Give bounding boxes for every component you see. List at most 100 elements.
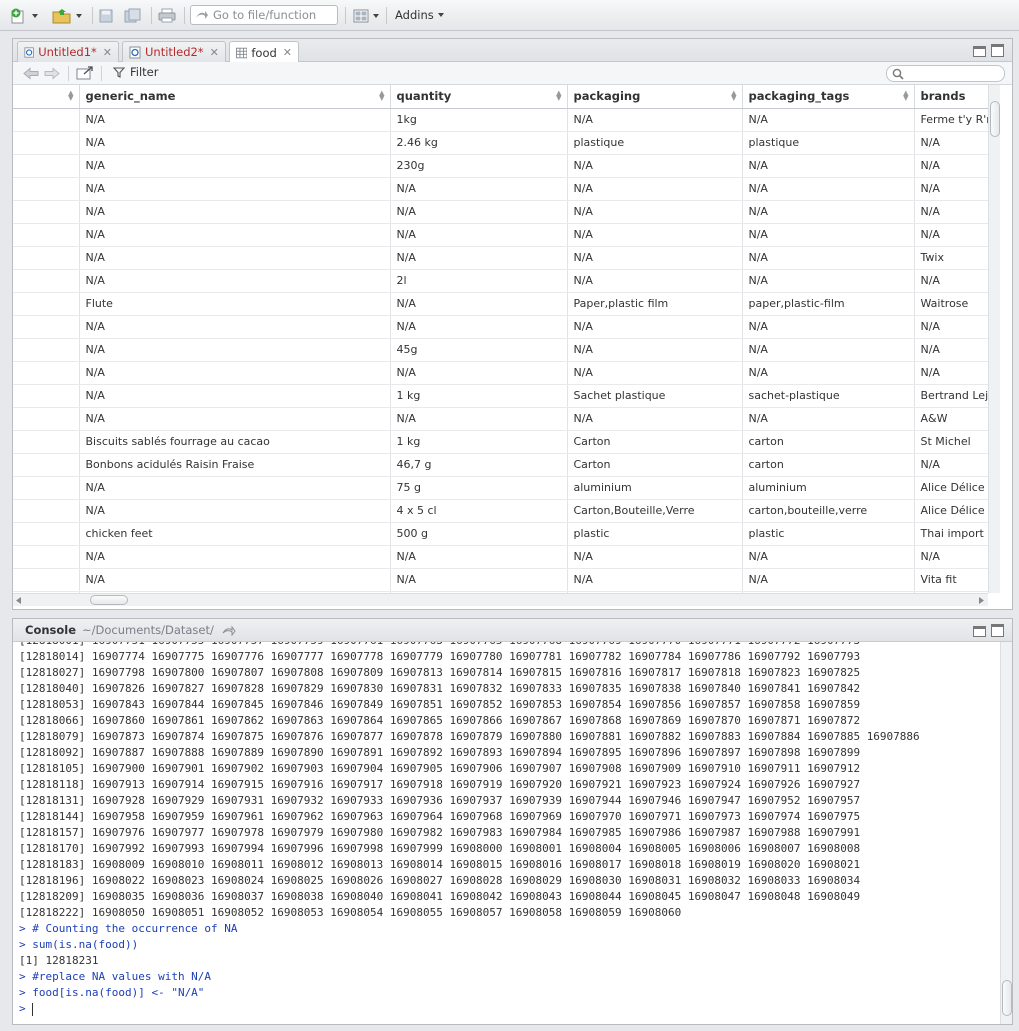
save-all-button[interactable]	[124, 6, 142, 25]
table-row[interactable]: N/A N/A N/A N/A Vita fit	[13, 568, 988, 592]
table-row[interactable]: N/A 2.46 kg plastique plastique N/A	[13, 131, 988, 155]
tab-untitled1[interactable]: Untitled1* ✕	[17, 41, 119, 62]
console-prompt-line[interactable]: >	[19, 1001, 998, 1017]
table-icon	[236, 47, 248, 58]
close-icon[interactable]: ✕	[283, 46, 292, 59]
table-row[interactable]: N/A 1 kg Sachet plastique sachet-plastique B…	[13, 384, 988, 408]
table-row[interactable]: Bonbons acidulés Raisin Fraise 46,7 g Cart…	[13, 453, 988, 477]
table-row[interactable]: N/A N/A N/A N/A N/A	[13, 223, 988, 247]
table-row[interactable]: N/A N/A N/A N/A N/A	[13, 315, 988, 339]
maximize-icon[interactable]	[991, 624, 1004, 637]
close-icon[interactable]: ✕	[210, 46, 219, 59]
column-header[interactable]: packaging ▲ ▼	[567, 85, 743, 109]
table-cell: N/A	[390, 568, 568, 592]
filter-button[interactable]: Filter	[113, 65, 158, 79]
scroll-left-icon[interactable]	[16, 597, 22, 604]
go-to-file-placeholder: Go to file/function	[213, 8, 317, 22]
console-output-line: [12818053] 16907843 16907844 16907845 16…	[19, 698, 861, 711]
forward-arrow-icon[interactable]	[44, 67, 60, 80]
tab-food[interactable]: food ✕	[229, 41, 299, 63]
console-output-line: [12818131] 16907928 16907929 16907931 16…	[19, 794, 861, 807]
console-scrollbar[interactable]	[1000, 642, 1012, 1024]
table-cell: N/A	[914, 315, 988, 339]
sort-icon[interactable]: ▲ ▼	[903, 90, 908, 102]
table-cell: 4 x 5 cl	[390, 499, 568, 523]
scroll-right-icon[interactable]	[978, 597, 984, 604]
toolbar-divider	[101, 66, 102, 81]
print-button[interactable]	[158, 6, 176, 25]
pane-window-controls	[973, 624, 1004, 637]
table-row[interactable]: N/A 230g N/A N/A N/A	[13, 154, 988, 178]
table-cell: sachet-plastique	[742, 384, 915, 408]
pane-splitter[interactable]	[12, 610, 1013, 618]
console-output-line: [12818196] 16908022 16908023 16908024 16…	[19, 874, 861, 887]
minimize-icon[interactable]	[973, 46, 986, 57]
console-output-line: [12818092] 16907887 16907888 16907889 16…	[19, 746, 861, 759]
table-row[interactable]: N/A 45g N/A N/A N/A	[13, 338, 988, 362]
console-output-line: [12818157] 16907976 16907977 16907978 16…	[19, 826, 861, 839]
vertical-scrollbar[interactable]	[988, 85, 1000, 593]
console-output-line: [12818170] 16907992 16907993 16907994 16…	[19, 842, 861, 855]
pane-layout-button[interactable]	[353, 6, 379, 25]
scrollbar-thumb[interactable]	[90, 595, 128, 605]
search-input[interactable]	[886, 65, 1005, 82]
table-row[interactable]: N/A 75 g aluminium aluminium Alice Délice	[13, 476, 988, 500]
table-row[interactable]: chicken feet 500 g plastic plastic Thai impo…	[13, 522, 988, 546]
scrollbar-thumb[interactable]	[1002, 980, 1012, 1016]
column-header-label: brands	[920, 89, 966, 104]
text-cursor	[32, 1002, 34, 1016]
table-cell: N/A	[567, 338, 743, 362]
new-file-button[interactable]	[10, 6, 38, 25]
column-header[interactable]: quantity ▲ ▼	[390, 85, 568, 109]
tab-untitled2[interactable]: Untitled2* ✕	[122, 41, 226, 62]
table-row[interactable]: Biscuits sablés fourrage au cacao 1 kg Car…	[13, 430, 988, 454]
table-cell: Carton	[567, 430, 743, 454]
table-cell: N/A	[567, 407, 743, 431]
column-header[interactable]: packaging_tags ▲ ▼	[742, 85, 915, 109]
folder-icon	[52, 8, 71, 23]
console-output[interactable]: [12818001] 16907751 16907755 16907757 16…	[13, 642, 998, 1024]
table-row[interactable]: N/A 4 x 5 cl Carton,Bouteille,Verre carton,…	[13, 499, 988, 523]
table-row[interactable]: Flute N/A Paper,plastic film paper,plastic-…	[13, 292, 988, 316]
sort-icon[interactable]: ▲ ▼	[556, 90, 561, 102]
go-to-directory-icon[interactable]	[222, 625, 236, 636]
table-row[interactable]: N/A N/A N/A N/A N/A	[13, 177, 988, 201]
close-icon[interactable]: ✕	[103, 46, 112, 59]
maximize-icon[interactable]	[991, 44, 1004, 57]
row-number-header[interactable]: ▲ ▼	[13, 85, 80, 109]
toolbar-divider	[386, 7, 387, 24]
row-number-cell	[13, 545, 80, 569]
save-button[interactable]	[99, 6, 113, 25]
table-cell: Carton,Bouteille,Verre	[567, 499, 743, 523]
table-cell: N/A	[742, 223, 915, 247]
horizontal-scrollbar[interactable]	[13, 593, 988, 606]
table-row[interactable]: N/A N/A N/A N/A N/A	[13, 200, 988, 224]
sort-icon[interactable]: ▲ ▼	[68, 90, 73, 102]
column-header[interactable]: brands	[914, 85, 988, 109]
table-row[interactable]: N/A N/A N/A N/A Twix	[13, 246, 988, 270]
table-cell: 230g	[390, 154, 568, 178]
table-row[interactable]: N/A 1kg N/A N/A Ferme t'y R'n	[13, 108, 988, 132]
table-cell: N/A	[742, 338, 915, 362]
addins-menu[interactable]: Addins	[395, 8, 444, 22]
table-row[interactable]: N/A N/A N/A N/A N/A	[13, 545, 988, 569]
table-cell: N/A	[567, 177, 743, 201]
sort-icon[interactable]: ▲ ▼	[379, 90, 384, 102]
open-project-button[interactable]	[52, 6, 82, 25]
table-row[interactable]: N/A 2l N/A N/A N/A	[13, 269, 988, 293]
table-cell: Paper,plastic film	[567, 292, 743, 316]
show-in-window-icon[interactable]	[76, 66, 94, 81]
table-cell: Ferme t'y R'n	[914, 108, 988, 132]
table-cell: Sachet plastique	[567, 384, 743, 408]
sort-icon[interactable]: ▲ ▼	[731, 90, 736, 102]
tab-label: Untitled1*	[38, 45, 97, 59]
table-row[interactable]: N/A N/A N/A N/A A&W	[13, 407, 988, 431]
table-cell: N/A	[79, 269, 391, 293]
table-cell: plastique	[567, 131, 743, 155]
minimize-icon[interactable]	[973, 626, 986, 637]
go-to-file-input[interactable]: Go to file/function	[190, 5, 338, 25]
table-row[interactable]: N/A N/A N/A N/A N/A	[13, 361, 988, 385]
back-arrow-icon[interactable]	[23, 67, 39, 80]
column-header[interactable]: generic_name ▲ ▼	[79, 85, 391, 109]
scrollbar-thumb[interactable]	[990, 101, 1000, 137]
